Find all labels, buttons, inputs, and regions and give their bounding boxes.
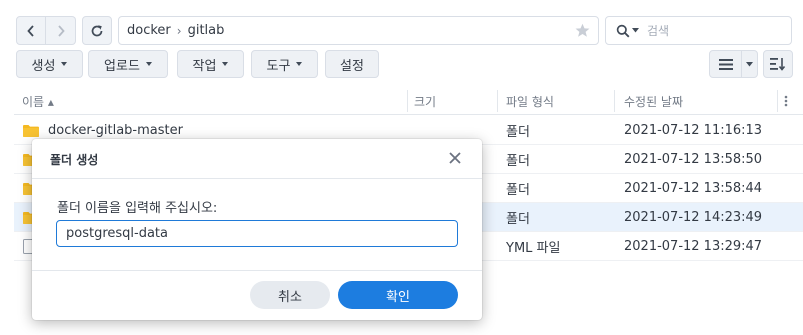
tools-menu-button[interactable]: 도구 — [251, 50, 318, 78]
file-modified: 2021-07-12 13:58:44 — [624, 181, 763, 196]
column-divider — [497, 90, 498, 112]
action-label: 작업 — [192, 58, 217, 74]
path-bar[interactable]: docker › gitlab — [118, 16, 599, 45]
file-type: YML 파일 — [506, 241, 561, 256]
column-divider — [614, 90, 615, 112]
column-divider — [777, 90, 778, 112]
close-icon[interactable] — [448, 151, 462, 165]
back-button[interactable] — [16, 16, 46, 45]
settings-label: 설정 — [340, 58, 364, 74]
file-type: 폴더 — [506, 183, 530, 198]
column-header-modified[interactable]: 수정된 날짜 — [624, 87, 683, 115]
file-modified: 2021-07-12 13:29:47 — [624, 239, 763, 254]
column-header-name[interactable]: 이름 ▴ — [22, 87, 54, 115]
chevron-right-icon — [57, 24, 65, 37]
file-modified: 2021-07-12 14:23:49 — [624, 210, 763, 225]
view-mode-dropdown[interactable] — [742, 61, 757, 67]
search-options-chevron-icon[interactable] — [632, 28, 639, 33]
dropdown-caret-icon — [222, 62, 229, 66]
upload-menu-button[interactable]: 업로드 — [88, 50, 168, 78]
dropdown-caret-icon — [61, 62, 68, 66]
forward-button[interactable] — [46, 16, 76, 45]
folder-name-input[interactable] — [56, 220, 458, 247]
view-mode-button[interactable] — [709, 50, 758, 78]
create-menu-button[interactable]: 생성 — [16, 50, 83, 78]
dialog-title: 폴더 생성 — [50, 153, 99, 167]
action-menu-button[interactable]: 작업 — [177, 50, 244, 78]
chevron-left-icon — [27, 24, 34, 37]
column-menu-icon[interactable] — [784, 87, 788, 115]
breadcrumb-docker[interactable]: docker — [127, 23, 171, 38]
file-type: 폴더 — [506, 154, 530, 169]
settings-button[interactable]: 설정 — [325, 50, 379, 78]
create-label: 생성 — [31, 58, 56, 74]
column-header-size[interactable]: 크기 — [414, 87, 436, 115]
search-placeholder: 검색 — [647, 24, 670, 38]
tools-label: 도구 — [266, 58, 291, 74]
file-type: 폴더 — [506, 125, 530, 140]
upload-label: 업로드 — [104, 58, 140, 74]
dialog-prompt: 폴더 이름을 입력해 주십시오: — [57, 201, 218, 216]
list-view-icon — [718, 58, 733, 70]
refresh-button[interactable] — [82, 16, 112, 45]
file-list-header: 이름 ▴ 크기 파일 형식 수정된 날짜 — [14, 87, 803, 115]
column-divider — [407, 90, 408, 112]
star-icon[interactable] — [574, 22, 591, 39]
search-box[interactable]: 검색 — [605, 16, 792, 45]
confirm-button[interactable]: 확인 — [338, 281, 458, 309]
dropdown-caret-icon — [746, 61, 753, 66]
list-view-toggle[interactable] — [710, 51, 742, 77]
file-modified: 2021-07-12 13:58:50 — [624, 152, 763, 167]
search-icon[interactable] — [616, 24, 630, 38]
sort-button[interactable] — [763, 50, 793, 78]
column-header-type[interactable]: 파일 형식 — [506, 87, 554, 115]
file-type: 폴더 — [506, 212, 530, 227]
create-folder-dialog: 폴더 생성 폴더 이름을 입력해 주십시오: 취소 확인 — [32, 139, 482, 320]
breadcrumb-separator-icon: › — [176, 23, 182, 38]
cancel-button[interactable]: 취소 — [250, 281, 330, 309]
dropdown-caret-icon — [296, 62, 303, 66]
dialog-divider — [32, 270, 482, 271]
sort-icon — [770, 58, 786, 71]
refresh-icon — [91, 24, 103, 36]
file-modified: 2021-07-12 11:16:13 — [624, 123, 763, 138]
dropdown-caret-icon — [145, 62, 152, 66]
breadcrumb-gitlab[interactable]: gitlab — [188, 23, 225, 38]
dialog-divider — [32, 178, 482, 179]
